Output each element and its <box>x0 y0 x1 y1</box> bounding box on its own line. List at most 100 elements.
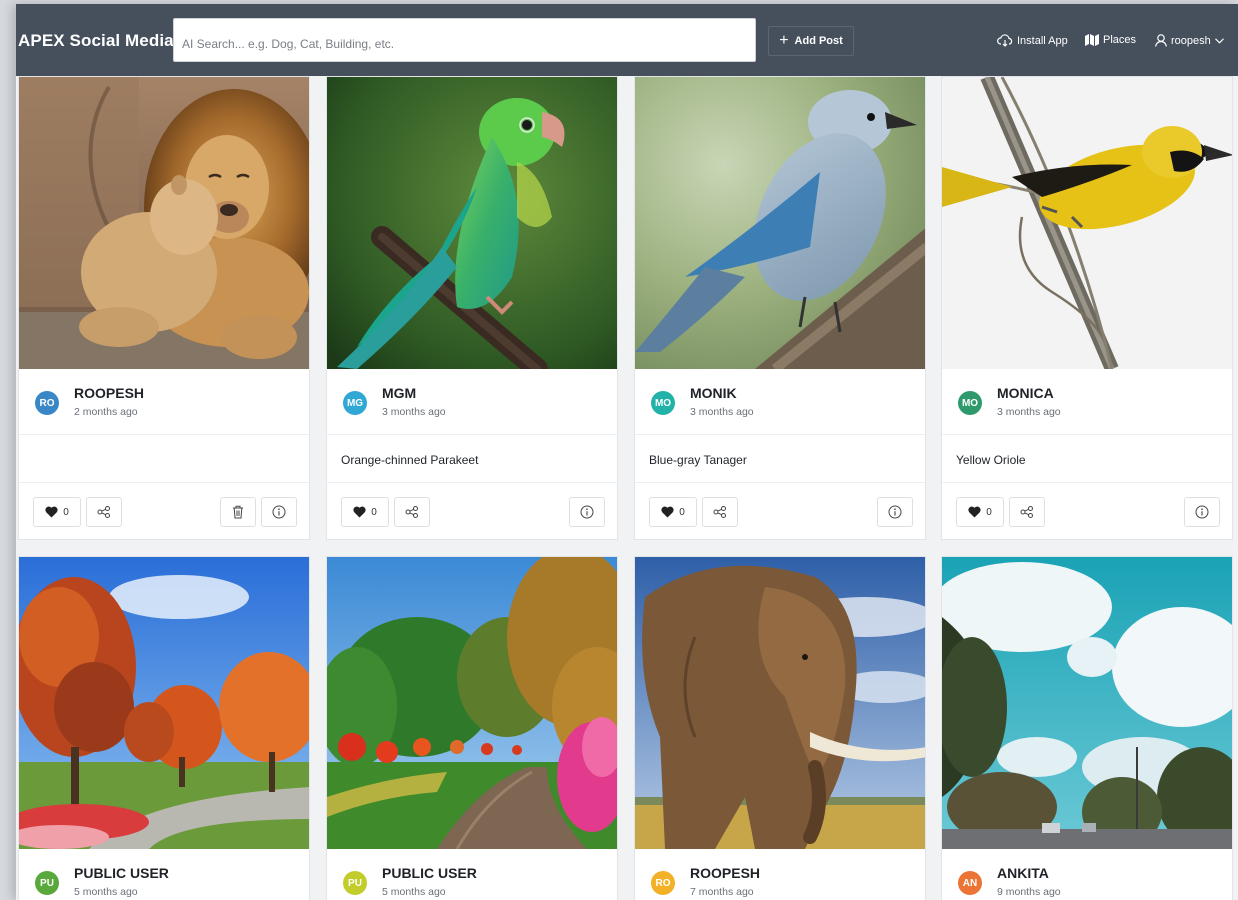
info-icon <box>1195 505 1209 519</box>
add-post-button[interactable]: + Add Post <box>768 26 854 56</box>
post-image[interactable] <box>635 557 925 849</box>
delete-button[interactable] <box>220 497 256 527</box>
info-icon <box>580 505 594 519</box>
post-image[interactable] <box>327 557 617 849</box>
post-card: MO MONIK 3 months ago Blue-gray Tanager … <box>634 76 926 540</box>
post-time: 5 months ago <box>74 886 138 898</box>
info-icon <box>272 505 286 519</box>
author-name[interactable]: PUBLIC USER <box>382 865 477 881</box>
share-icon <box>405 506 419 518</box>
cloud-download-icon <box>997 34 1013 47</box>
app-title[interactable]: APEX Social Media <box>18 31 174 51</box>
author-name[interactable]: ROOPESH <box>690 865 760 881</box>
install-app-link[interactable]: Install App <box>997 34 1068 47</box>
heart-icon <box>661 506 674 518</box>
share-button[interactable] <box>394 497 430 527</box>
share-button[interactable] <box>86 497 122 527</box>
user-icon <box>1155 34 1167 47</box>
post-author: PU PUBLIC USER 5 months ago <box>327 849 617 900</box>
post-card: PU PUBLIC USER 5 months ago <box>326 556 618 900</box>
post-image[interactable] <box>327 77 617 369</box>
avatar: RO <box>651 871 675 895</box>
heart-icon <box>968 506 981 518</box>
share-icon <box>713 506 727 518</box>
post-image[interactable] <box>19 557 309 849</box>
post-author: RO ROOPESH 2 months ago <box>19 369 309 435</box>
post-author: MO MONIK 3 months ago <box>635 369 925 435</box>
author-name[interactable]: MONIK <box>690 385 737 401</box>
post-author: RO ROOPESH 7 months ago <box>635 849 925 900</box>
info-icon <box>888 505 902 519</box>
avatar: AN <box>958 871 982 895</box>
post-caption: Orange-chinned Parakeet <box>327 435 617 483</box>
like-count: 0 <box>371 506 377 518</box>
like-count: 0 <box>63 506 69 518</box>
user-menu[interactable]: roopesh <box>1155 34 1224 47</box>
post-time: 7 months ago <box>690 886 754 898</box>
like-button[interactable]: 0 <box>956 497 1004 527</box>
share-icon <box>1020 506 1034 518</box>
author-name[interactable]: MGM <box>382 385 416 401</box>
author-name[interactable]: ROOPESH <box>74 385 144 401</box>
post-time: 3 months ago <box>382 406 446 418</box>
post-caption: Yellow Oriole <box>942 435 1232 483</box>
share-icon <box>97 506 111 518</box>
author-name[interactable]: MONICA <box>997 385 1054 401</box>
heart-icon <box>45 506 58 518</box>
post-time: 5 months ago <box>382 886 446 898</box>
like-button[interactable]: 0 <box>341 497 389 527</box>
post-actions: 0 <box>327 483 617 539</box>
post-card: PU PUBLIC USER 5 months ago <box>18 556 310 900</box>
info-button[interactable] <box>1184 497 1220 527</box>
author-name[interactable]: PUBLIC USER <box>74 865 169 881</box>
post-time: 3 months ago <box>690 406 754 418</box>
like-count: 0 <box>679 506 685 518</box>
user-name-label: roopesh <box>1171 34 1211 47</box>
places-label: Places <box>1103 34 1137 46</box>
chevron-down-icon <box>1214 37 1224 44</box>
avatar: MO <box>958 391 982 415</box>
post-card: AN ANKITA 9 months ago <box>941 556 1233 900</box>
info-button[interactable] <box>877 497 913 527</box>
post-time: 2 months ago <box>74 406 138 418</box>
post-actions: 0 <box>942 483 1232 539</box>
post-image[interactable] <box>942 557 1232 849</box>
share-button[interactable] <box>702 497 738 527</box>
post-actions: 0 <box>19 483 309 539</box>
like-count: 0 <box>986 506 992 518</box>
like-button[interactable]: 0 <box>33 497 81 527</box>
post-image[interactable] <box>635 77 925 369</box>
post-caption <box>19 435 309 483</box>
places-link[interactable]: Places <box>1085 34 1136 46</box>
post-card: MO MONICA 3 months ago Yellow Oriole 0 <box>941 76 1233 540</box>
avatar: PU <box>35 871 59 895</box>
avatar: PU <box>343 871 367 895</box>
map-icon <box>1085 34 1099 46</box>
post-card: MG MGM 3 months ago Orange-chinned Parak… <box>326 76 618 540</box>
info-button[interactable] <box>569 497 605 527</box>
post-author: PU PUBLIC USER 5 months ago <box>19 849 309 900</box>
post-author: MG MGM 3 months ago <box>327 369 617 435</box>
add-post-label: Add Post <box>794 35 843 47</box>
like-button[interactable]: 0 <box>649 497 697 527</box>
app-window: APEX Social Media AI Search... e.g. Dog,… <box>16 4 1238 900</box>
post-card: RO ROOPESH 7 months ago <box>634 556 926 900</box>
post-image[interactable] <box>19 77 309 369</box>
post-time: 9 months ago <box>997 886 1061 898</box>
trash-icon <box>232 505 244 519</box>
post-actions: 0 <box>635 483 925 539</box>
post-image[interactable] <box>942 77 1232 369</box>
post-author: MO MONICA 3 months ago <box>942 369 1232 435</box>
post-author: AN ANKITA 9 months ago <box>942 849 1232 900</box>
top-navigation-bar: APEX Social Media AI Search... e.g. Dog,… <box>16 4 1238 76</box>
install-app-label: Install App <box>1017 34 1068 47</box>
plus-icon: + <box>779 32 789 49</box>
heart-icon <box>353 506 366 518</box>
avatar: MG <box>343 391 367 415</box>
post-time: 3 months ago <box>997 406 1061 418</box>
avatar: RO <box>35 391 59 415</box>
author-name[interactable]: ANKITA <box>997 865 1049 881</box>
info-button[interactable] <box>261 497 297 527</box>
share-button[interactable] <box>1009 497 1045 527</box>
ai-search-input[interactable]: AI Search... e.g. Dog, Cat, Building, et… <box>173 18 756 62</box>
